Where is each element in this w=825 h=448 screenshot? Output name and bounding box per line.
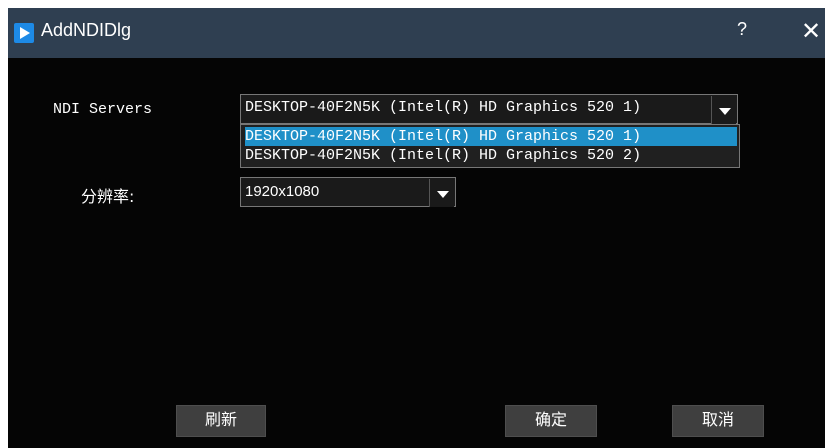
chevron-down-icon[interactable] — [711, 96, 736, 124]
resolution-value: 1920x1080 — [245, 183, 320, 200]
chevron-down-icon[interactable] — [429, 179, 454, 207]
dialog-window: AddNDIDlg ? ✕ NDI Servers DESKTOP-40F2N5… — [8, 8, 825, 448]
ndi-servers-dropdown-list: DESKTOP-40F2N5K (Intel(R) HD Graphics 52… — [240, 124, 740, 168]
close-button[interactable]: ✕ — [796, 17, 825, 47]
ndi-servers-label: NDI Servers — [53, 101, 153, 118]
cancel-button[interactable]: 取消 — [672, 405, 764, 437]
resolution-select[interactable]: 1920x1080 — [240, 177, 456, 207]
ndi-servers-value: DESKTOP-40F2N5K (Intel(R) HD Graphics 52… — [245, 99, 642, 116]
resolution-label: 分辨率: — [81, 187, 135, 206]
title-bar[interactable]: AddNDIDlg ? ✕ — [8, 8, 825, 58]
window-title: AddNDIDlg — [41, 20, 132, 40]
help-button[interactable]: ? — [730, 19, 754, 47]
play-icon — [14, 23, 34, 43]
refresh-button[interactable]: 刷新 — [176, 405, 266, 437]
ok-button[interactable]: 确定 — [505, 405, 597, 437]
dropdown-option[interactable]: DESKTOP-40F2N5K (Intel(R) HD Graphics 52… — [245, 127, 737, 146]
dropdown-option[interactable]: DESKTOP-40F2N5K (Intel(R) HD Graphics 52… — [245, 146, 737, 165]
ndi-servers-select[interactable]: DESKTOP-40F2N5K (Intel(R) HD Graphics 52… — [240, 94, 738, 124]
